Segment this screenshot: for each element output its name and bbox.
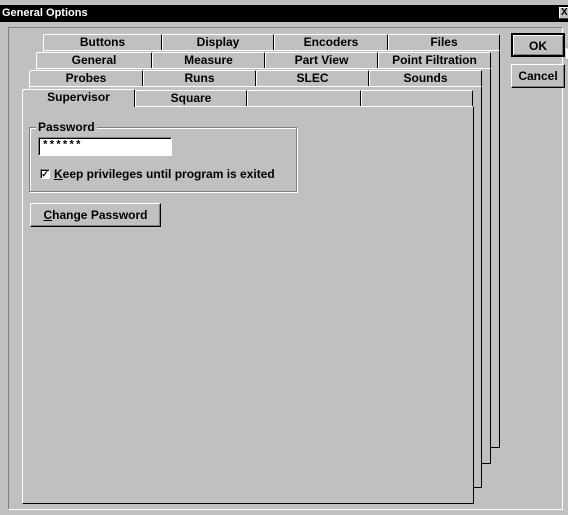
tab-point-filtration[interactable]: Point Filtration <box>378 52 491 68</box>
tab-encoders[interactable]: Encoders <box>274 34 388 50</box>
keep-privileges-label: Keep privileges until program is exited <box>54 167 275 181</box>
tab-empty-2 <box>361 90 473 106</box>
tab-display[interactable]: Display <box>162 34 274 50</box>
ok-button[interactable]: OK <box>511 33 565 57</box>
keep-privileges-checkbox[interactable]: ✓ <box>40 169 50 179</box>
tab-general[interactable]: General <box>36 52 152 68</box>
tab-files[interactable]: Files <box>388 34 500 50</box>
tab-measure[interactable]: Measure <box>152 52 265 68</box>
tab-probes[interactable]: Probes <box>29 70 143 86</box>
tab-sounds[interactable]: Sounds <box>369 70 482 86</box>
tab-empty-1 <box>247 90 361 106</box>
password-group-label: Password <box>36 120 97 134</box>
title-bar: General Options X <box>0 5 568 22</box>
password-field[interactable]: ****** <box>38 137 172 156</box>
cancel-button[interactable]: Cancel <box>511 64 565 88</box>
tab-part-view[interactable]: Part View <box>265 52 378 68</box>
tab-runs[interactable]: Runs <box>143 70 256 86</box>
change-password-label: Change Password <box>43 208 148 222</box>
keep-privileges-text: eep privileges until program is exited <box>62 167 275 181</box>
ok-label: OK <box>529 39 547 53</box>
window-title: General Options <box>2 7 88 19</box>
change-password-button[interactable]: Change Password <box>30 203 161 227</box>
tab-slec[interactable]: SLEC <box>256 70 369 86</box>
tab-buttons[interactable]: Buttons <box>43 34 162 50</box>
cancel-label: Cancel <box>518 69 558 83</box>
tab-square[interactable]: Square <box>135 90 247 106</box>
keep-privileges-accel: K <box>54 167 63 181</box>
close-button[interactable]: X <box>559 7 568 19</box>
tab-supervisor[interactable]: Supervisor <box>22 89 135 107</box>
general-options-dialog: General Options X Buttons Display Encode… <box>0 0 568 515</box>
